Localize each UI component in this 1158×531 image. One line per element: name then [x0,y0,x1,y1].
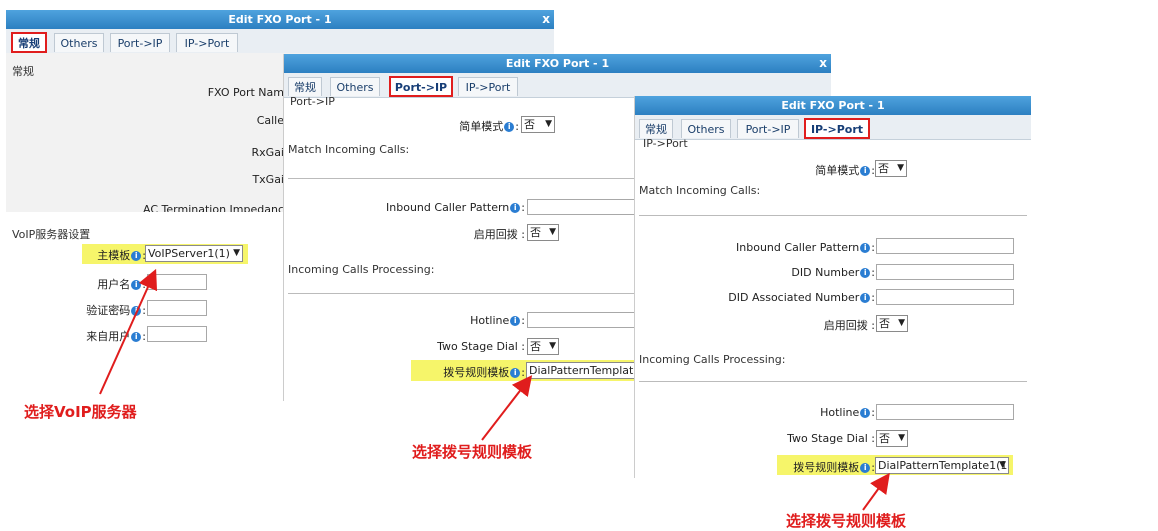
annotation-select-dial-template-2: 选择拨号规则模板 [786,512,907,530]
annotation-select-dial-template-1: 选择拨号规则模板 [412,443,533,461]
annotation-arrows [99,268,890,511]
annotation-select-voip: 选择VoIP服务器 [24,403,137,421]
arrow-voip [99,268,158,395]
arrow-dial-template-1 [481,375,533,441]
arrow-dial-template-2 [862,472,890,511]
